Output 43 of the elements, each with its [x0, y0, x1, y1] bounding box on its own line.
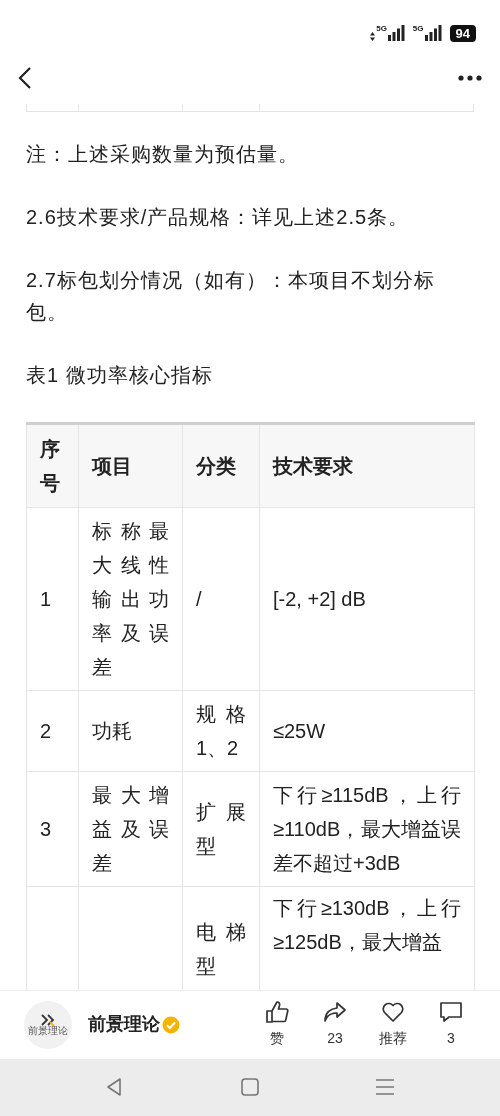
chevrons-icon [41, 1013, 55, 1026]
signal-icon [387, 25, 405, 42]
back-button[interactable] [18, 66, 32, 91]
column-header: 项目 [78, 423, 183, 508]
paragraph: 2.7标包划分情况（如有）：本项目不划分标包。 [26, 268, 436, 326]
table-cell: 规格1、2 [196, 703, 246, 760]
table-cell: ≤25W [273, 720, 326, 743]
table-cell: 电梯型 [196, 921, 246, 978]
table-caption: 表1 微功率核心指标 [26, 363, 214, 389]
signal-icon [424, 25, 442, 42]
table-cell: 标称最大线性输出功率及误差 [92, 520, 169, 679]
table-cell: 2 [40, 720, 52, 743]
battery-level: 94 [449, 24, 476, 42]
table-cell: 最大增益及误差 [92, 784, 169, 875]
table-cell: 3 [40, 818, 52, 841]
table-cell: 下行≥115dB，上行≥110dB，最大增益误差不超过+3dB [273, 784, 461, 875]
table-cell: 扩展型 [196, 801, 246, 858]
thumbs-up-icon [265, 1000, 289, 1025]
like-button[interactable]: 赞 [252, 1000, 302, 1050]
home-nav-button[interactable] [239, 1076, 261, 1099]
column-header: 分类 [182, 423, 260, 508]
author-avatar[interactable]: 前景理论 [24, 1000, 72, 1049]
author-name[interactable]: 前景理论 [88, 1011, 160, 1039]
network-label: 5G [376, 25, 387, 34]
column-header: 技术要求 [259, 423, 475, 508]
table-cell: [-2, +2] dB [273, 588, 366, 611]
comment-button[interactable]: 3 [426, 1000, 476, 1050]
table-cell: 功耗 [92, 720, 132, 743]
recommend-button[interactable]: 推荐 [368, 1000, 418, 1050]
paragraph: 注：上述采购数量为预估量。 [26, 142, 300, 168]
avatar-caption: 前景理论 [28, 1025, 68, 1036]
share-arrow-icon [323, 1000, 347, 1025]
network-label: 5G [412, 25, 424, 34]
data-arrows-icon [370, 32, 376, 42]
comment-icon [439, 1000, 463, 1025]
table-cell: / [196, 588, 202, 611]
table-cell: 1 [40, 588, 52, 611]
more-button[interactable] [458, 75, 482, 82]
paragraph: 2.6技术要求/产品规格：详见上述2.5条。 [26, 205, 411, 231]
column-header: 序号 [26, 423, 79, 508]
heart-icon [381, 1000, 405, 1025]
share-button[interactable]: 23 [310, 1000, 360, 1050]
table-cell: 下行≥130dB，上行≥125dB，最大增益 [273, 897, 461, 954]
